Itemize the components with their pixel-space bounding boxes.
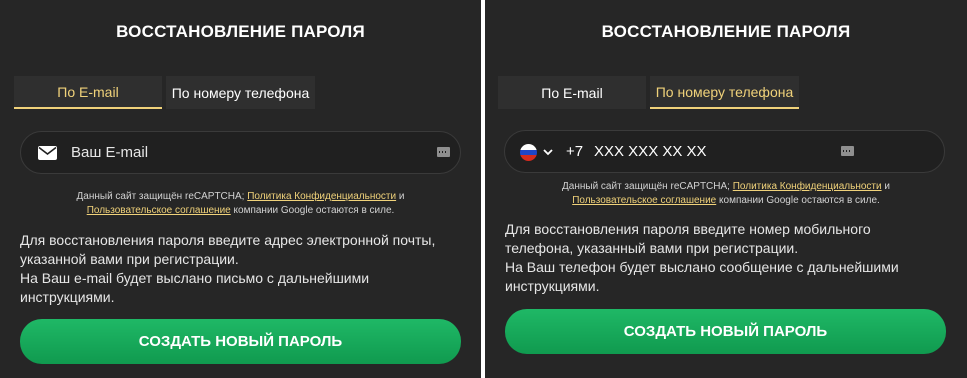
instructions-line: Для восстановления пароля введите адрес … bbox=[20, 232, 436, 248]
email-placeholder: Ваш E-mail bbox=[71, 144, 149, 161]
instructions-text: Для восстановления пароля введите номер … bbox=[505, 220, 899, 296]
password-manager-icon[interactable] bbox=[841, 146, 854, 156]
tab-email[interactable]: По E-mail bbox=[14, 76, 162, 109]
email-recovery-panel: ВОССТАНОВЛЕНИЕ ПАРОЛЯ По E-mail По номер… bbox=[0, 0, 481, 378]
phone-placeholder: XXX XXX XX XX bbox=[594, 143, 707, 160]
email-field[interactable]: Ваш E-mail bbox=[20, 131, 461, 174]
country-selector[interactable] bbox=[520, 144, 560, 161]
tab-phone[interactable]: По номеру телефона bbox=[166, 76, 315, 109]
captcha-and: и bbox=[884, 181, 890, 192]
instructions-line: телефона, указанный вами при регистрации… bbox=[505, 240, 799, 256]
page-title: ВОССТАНОВЛЕНИЕ ПАРОЛЯ bbox=[116, 22, 365, 41]
instructions-line: Для восстановления пароля введите номер … bbox=[505, 221, 871, 237]
privacy-policy-link[interactable]: Политика Конфиденциальности bbox=[733, 181, 882, 192]
captcha-prefix: Данный сайт защищён reCAPTCHA; bbox=[76, 191, 245, 202]
recaptcha-notice: Данный сайт защищён reCAPTCHA; Политика … bbox=[485, 180, 967, 208]
privacy-policy-link[interactable]: Политика Конфиденциальности bbox=[247, 191, 396, 202]
phone-field[interactable]: +7 XXX XXX XX XX bbox=[504, 130, 945, 173]
country-code: +7 bbox=[566, 143, 584, 160]
password-manager-icon[interactable] bbox=[437, 147, 450, 157]
instructions-line: инструкциями. bbox=[20, 289, 115, 305]
captcha-and: и bbox=[398, 191, 405, 202]
instructions-line: инструкциями. bbox=[505, 278, 600, 294]
tab-email[interactable]: По E-mail bbox=[498, 76, 646, 109]
page-title: ВОССТАНОВЛЕНИЕ ПАРОЛЯ bbox=[601, 22, 851, 41]
captcha-suffix: компании Google остаются в силе. bbox=[233, 205, 395, 216]
create-new-password-button[interactable]: СОЗДАТЬ НОВЫЙ ПАРОЛЬ bbox=[505, 309, 946, 354]
instructions-text: Для восстановления пароля введите адрес … bbox=[20, 231, 435, 307]
terms-link[interactable]: Пользовательское соглашение bbox=[87, 205, 231, 216]
tab-phone[interactable]: По номеру телефона bbox=[650, 76, 799, 109]
instructions-line: На Ваш e-mail будет выслано письмо с дал… bbox=[20, 270, 370, 286]
terms-link[interactable]: Пользовательское соглашение bbox=[572, 195, 716, 206]
envelope-icon bbox=[38, 146, 57, 160]
phone-recovery-panel: ВОССТАНОВЛЕНИЕ ПАРОЛЯ По E-mail По номер… bbox=[485, 0, 967, 378]
recaptcha-notice: Данный сайт защищён reCAPTCHA; Политика … bbox=[0, 190, 481, 218]
captcha-prefix: Данный сайт защищён reCAPTCHA; bbox=[562, 181, 730, 192]
instructions-line: указанной вами при регистрации. bbox=[20, 251, 239, 267]
russia-flag-icon bbox=[520, 144, 537, 161]
captcha-suffix: компании Google остаются в силе. bbox=[719, 195, 880, 206]
create-new-password-button[interactable]: СОЗДАТЬ НОВЫЙ ПАРОЛЬ bbox=[20, 319, 461, 364]
chevron-down-icon bbox=[543, 149, 553, 156]
instructions-line: На Ваш телефон будет выслано сообщение с… bbox=[505, 259, 899, 275]
